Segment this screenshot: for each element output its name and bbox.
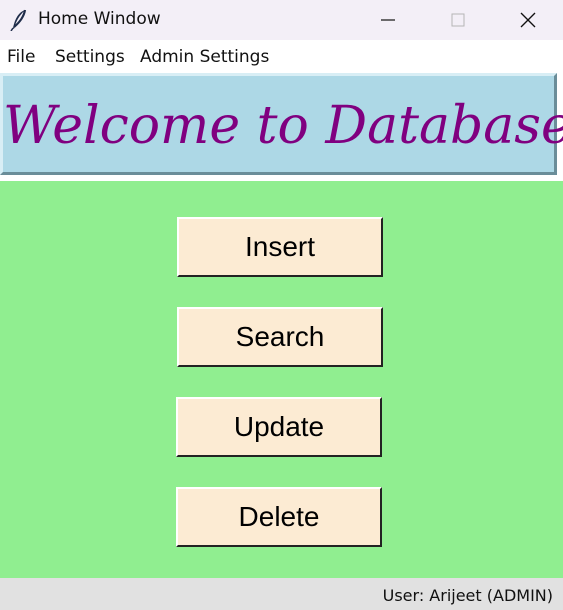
status-bar: User: Arijeet (ADMIN) <box>0 578 563 610</box>
feather-icon <box>10 9 28 32</box>
actions-panel: Insert Search Update Delete <box>0 181 563 578</box>
minimize-button[interactable] <box>358 0 418 40</box>
window-title: Home Window <box>38 9 161 29</box>
user-status: User: Arijeet (ADMIN) <box>382 586 553 605</box>
menu-bar: File Settings Admin Settings <box>0 40 563 72</box>
maximize-icon <box>451 13 465 27</box>
update-button[interactable]: Update <box>176 397 382 457</box>
maximize-button[interactable] <box>428 0 488 40</box>
welcome-banner: Welcome to Database <box>0 73 563 175</box>
menu-file[interactable]: File <box>7 47 35 67</box>
title-bar: Home Window <box>0 0 563 40</box>
insert-button[interactable]: Insert <box>177 217 383 277</box>
menu-admin-settings[interactable]: Admin Settings <box>140 47 269 67</box>
search-button[interactable]: Search <box>177 307 383 367</box>
close-button[interactable] <box>498 0 558 40</box>
delete-button[interactable]: Delete <box>176 487 382 547</box>
menu-settings[interactable]: Settings <box>55 47 125 67</box>
close-icon <box>520 12 536 28</box>
welcome-text: Welcome to Database <box>3 96 563 156</box>
minimize-icon <box>381 19 395 21</box>
